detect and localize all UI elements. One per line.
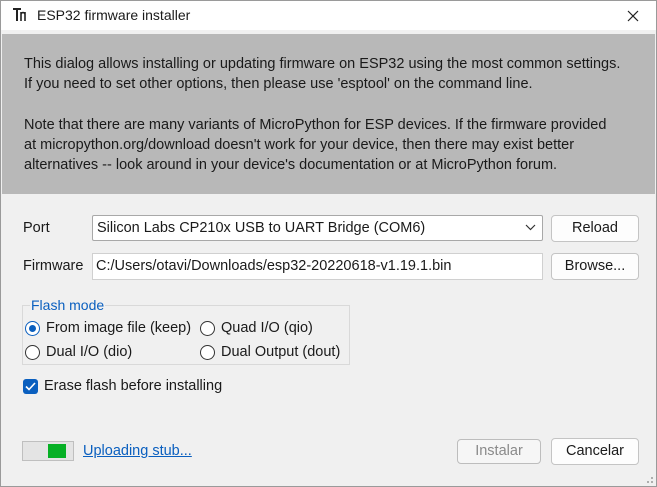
info-text-line: If you need to set other options, then p…: [24, 76, 533, 92]
status-link[interactable]: Uploading stub...: [83, 443, 192, 459]
radio-label: From image file (keep): [46, 320, 192, 336]
chevron-down-icon: [525, 224, 536, 231]
radio-unselected-icon: [25, 344, 40, 360]
close-icon: [627, 10, 639, 21]
port-select[interactable]: Silicon Labs CP210x USB to UART Bridge (…: [92, 215, 543, 241]
installer-dialog: ESP32 firmware installer This dialog all…: [0, 0, 657, 487]
radio-dout[interactable]: Dual Output (dout): [200, 344, 340, 360]
radio-selected-icon: [25, 320, 40, 336]
erase-flash-checkbox[interactable]: Erase flash before installing: [23, 378, 222, 394]
progress-bar: [22, 441, 74, 461]
radio-unselected-icon: [200, 344, 215, 360]
install-button[interactable]: Instalar: [457, 439, 541, 464]
thonny-app-icon: [11, 6, 29, 24]
browse-button[interactable]: Browse...: [551, 253, 639, 280]
radio-qio[interactable]: Quad I/O (qio): [200, 320, 313, 336]
erase-flash-label: Erase flash before installing: [44, 378, 223, 394]
cancel-button[interactable]: Cancelar: [551, 438, 639, 465]
title-bar[interactable]: ESP32 firmware installer: [1, 1, 656, 30]
radio-label: Dual Output (dout): [221, 344, 341, 360]
radio-unselected-icon: [200, 320, 215, 336]
info-text-line: alternatives -- look around in your devi…: [24, 157, 558, 173]
radio-keep[interactable]: From image file (keep): [25, 320, 191, 336]
progress-fill: [48, 444, 66, 458]
port-label: Port: [23, 220, 50, 236]
reload-button[interactable]: Reload: [551, 215, 639, 242]
resize-grip-icon[interactable]: [644, 474, 654, 484]
port-select-value: Silicon Labs CP210x USB to UART Bridge (…: [97, 220, 426, 236]
info-text-line: at micropython.org/download doesn't work…: [24, 137, 575, 153]
close-button[interactable]: [610, 1, 656, 30]
firmware-path-value: C:/Users/otavi/Downloads/esp32-20220618-…: [96, 258, 452, 274]
window-title: ESP32 firmware installer: [37, 7, 191, 23]
firmware-label: Firmware: [23, 258, 84, 274]
flash-mode-title: Flash mode: [30, 297, 106, 313]
radio-label: Dual I/O (dio): [46, 344, 133, 360]
checkmark-icon: [23, 378, 38, 394]
radio-label: Quad I/O (qio): [221, 320, 313, 336]
info-panel: This dialog allows installing or updatin…: [2, 34, 655, 194]
info-text-line: This dialog allows installing or updatin…: [24, 56, 621, 72]
info-text-line: Note that there are many variants of Mic…: [24, 117, 607, 133]
firmware-path-input[interactable]: C:/Users/otavi/Downloads/esp32-20220618-…: [92, 253, 543, 280]
radio-dio[interactable]: Dual I/O (dio): [25, 344, 132, 360]
